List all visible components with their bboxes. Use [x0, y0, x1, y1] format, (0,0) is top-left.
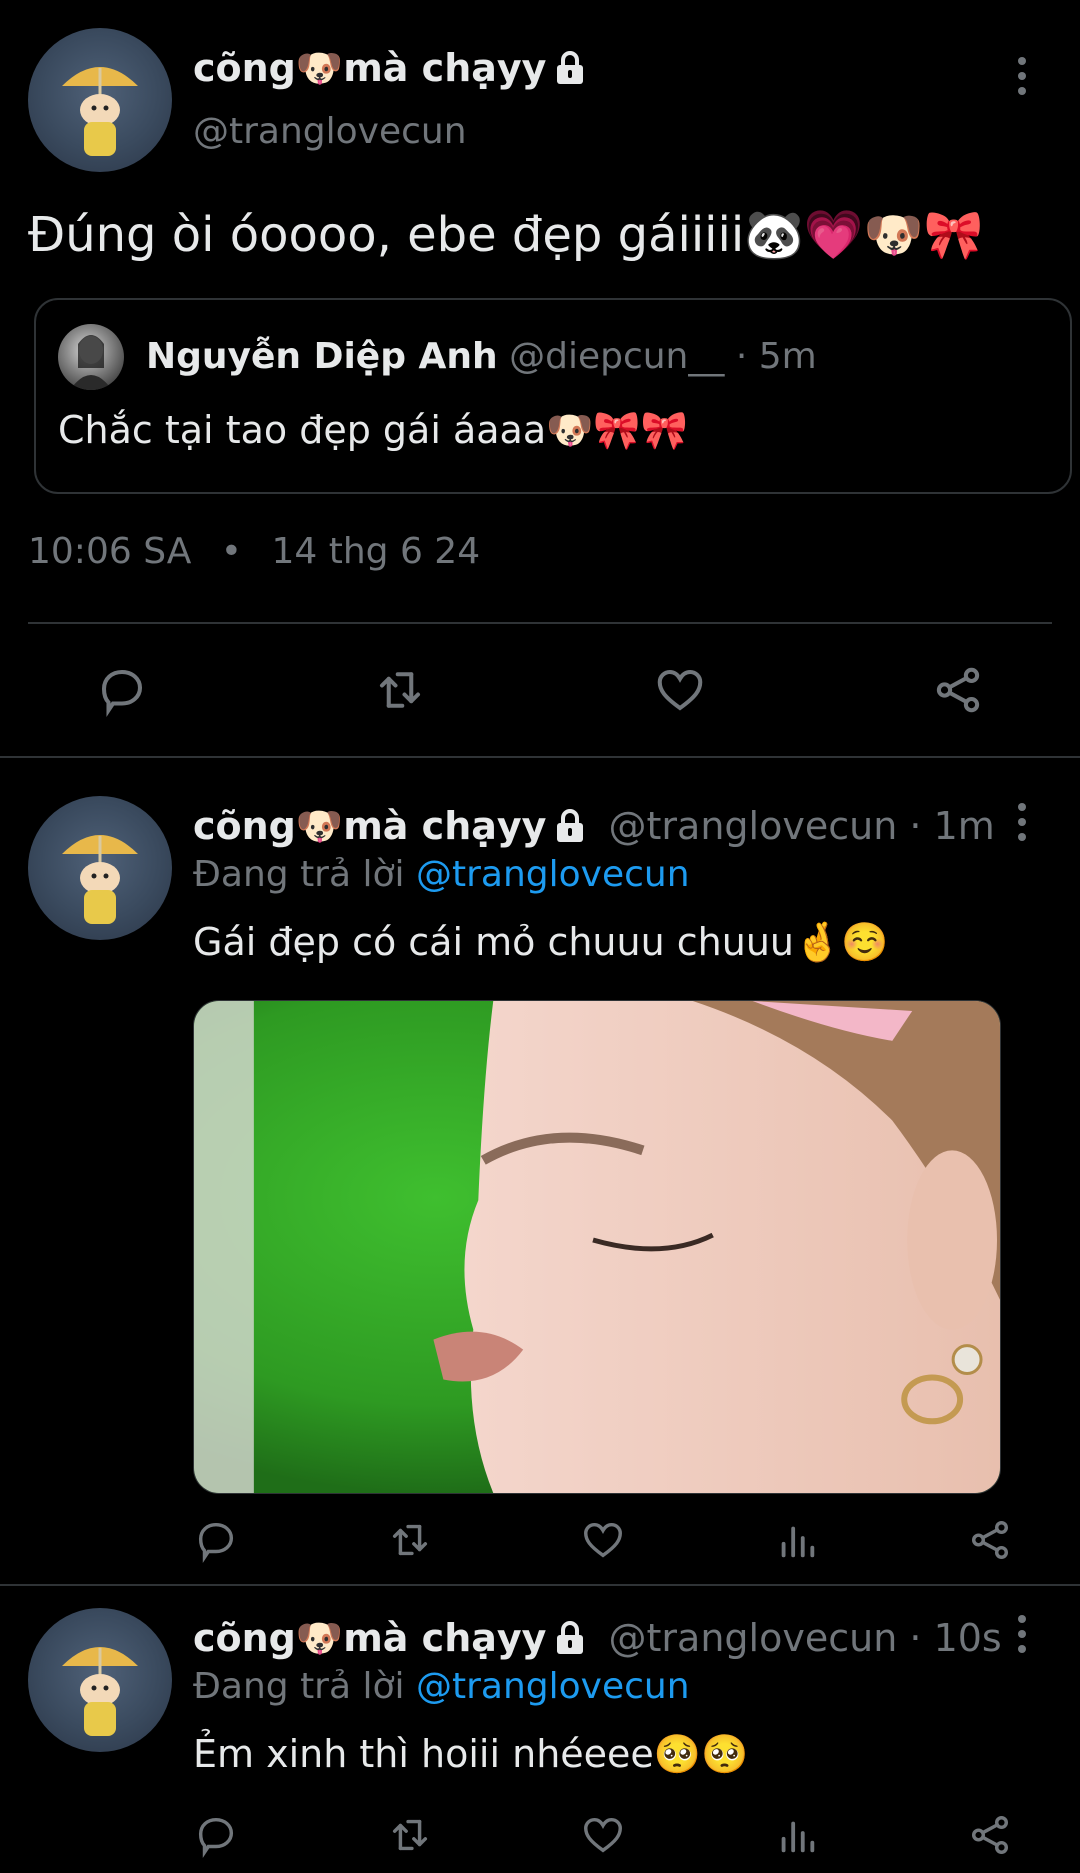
retweet-icon[interactable] — [380, 1805, 440, 1865]
time-separator: · — [909, 804, 922, 848]
reply-actions — [0, 1805, 1080, 1865]
tweet-actions — [0, 650, 1080, 730]
retweet-icon[interactable] — [370, 660, 430, 720]
tweet-text: Đúng òi óoooo, ebe đẹp gáiiiii🐼💗🐶🎀 — [28, 207, 984, 263]
lock-icon — [554, 48, 586, 96]
divider — [0, 1584, 1080, 1586]
tweet-date: 14 thg 6 24 — [271, 531, 481, 572]
reply-header: cõng🐶mà chạyy @tranglovecun · 10s — [193, 1614, 1002, 1666]
replying-label: Đang trả lời — [193, 1666, 405, 1707]
quote-header: Nguyễn Diệp Anh @diepcun__ · 5m — [146, 334, 817, 380]
share-icon[interactable] — [960, 1805, 1020, 1865]
avatar-image — [62, 67, 138, 156]
retweet-icon[interactable] — [380, 1510, 440, 1570]
reply-media[interactable] — [193, 1000, 1001, 1494]
tweet-thread: cõng🐶mà chạyy @tranglovecun Đúng òi óooo… — [0, 0, 1080, 1873]
handle[interactable]: @tranglovecun — [193, 110, 467, 154]
reply-icon[interactable] — [186, 1805, 246, 1865]
quote-handle[interactable]: @diepcun__ — [509, 336, 724, 377]
replying-label: Đang trả lời — [193, 854, 405, 895]
replying-to: Đang trả lời @tranglovecun — [193, 1664, 690, 1710]
quote-separator: · — [735, 336, 748, 377]
more-options-icon[interactable] — [1002, 46, 1042, 106]
display-name[interactable]: cõng🐶mà chạyy — [193, 1616, 546, 1660]
like-icon[interactable] — [573, 1805, 633, 1865]
quote-time: 5m — [758, 336, 817, 377]
handle[interactable]: @tranglovecun — [609, 804, 898, 848]
avatar[interactable] — [28, 796, 172, 940]
avatar[interactable] — [28, 1608, 172, 1752]
quote-avatar — [58, 324, 124, 390]
display-name[interactable]: cõng🐶mà chạyy — [193, 804, 546, 848]
handle[interactable]: @tranglovecun — [609, 1616, 898, 1660]
divider — [0, 756, 1080, 758]
quoted-tweet[interactable]: Nguyễn Diệp Anh @diepcun__ · 5m Chắc tại… — [34, 298, 1072, 494]
avatar[interactable] — [28, 28, 172, 172]
avatar-image — [62, 1647, 138, 1736]
reply-time: 10s — [933, 1616, 1002, 1660]
views-icon[interactable] — [767, 1805, 827, 1865]
divider — [28, 622, 1052, 624]
display-name-line[interactable]: cõng🐶mà chạyy — [193, 44, 586, 96]
quote-display-name[interactable]: Nguyễn Diệp Anh — [146, 336, 498, 377]
media-image — [194, 1001, 1000, 1493]
tweet-time: 10:06 SA — [28, 531, 192, 572]
tweet-timestamp[interactable]: 10:06 SA • 14 thg 6 24 — [28, 528, 480, 576]
reply-time: 1m — [933, 804, 995, 848]
share-icon[interactable] — [960, 1510, 1020, 1570]
like-icon[interactable] — [650, 660, 710, 720]
lock-icon — [554, 1618, 586, 1666]
lock-icon — [554, 806, 586, 854]
avatar-image — [62, 835, 138, 924]
reply-actions — [0, 1510, 1080, 1570]
views-icon[interactable] — [767, 1510, 827, 1570]
timestamp-dot: • — [220, 531, 243, 572]
reply-icon[interactable] — [186, 1510, 246, 1570]
quote-text: Chắc tại tao đẹp gái áaaa🐶🎀🎀 — [58, 408, 689, 452]
replying-to: Đang trả lời @tranglovecun — [193, 852, 690, 898]
reply-text: Ẻm xinh thì hoiii nhéeee🥺🥺 — [193, 1732, 749, 1776]
time-separator: · — [909, 1616, 922, 1660]
share-icon[interactable] — [928, 660, 988, 720]
like-icon[interactable] — [573, 1510, 633, 1570]
more-options-icon[interactable] — [1002, 792, 1042, 852]
reply-header: cõng🐶mà chạyy @tranglovecun · 1m — [193, 802, 995, 854]
reply-icon[interactable] — [92, 660, 152, 720]
replying-to-link[interactable]: @tranglovecun — [416, 1666, 690, 1707]
replying-to-link[interactable]: @tranglovecun — [416, 854, 690, 895]
reply-text: Gái đẹp có cái mỏ chuuu chuuu🤞☺️ — [193, 920, 889, 964]
display-name[interactable]: cõng🐶mà chạyy — [193, 46, 546, 90]
more-options-icon[interactable] — [1002, 1604, 1042, 1664]
